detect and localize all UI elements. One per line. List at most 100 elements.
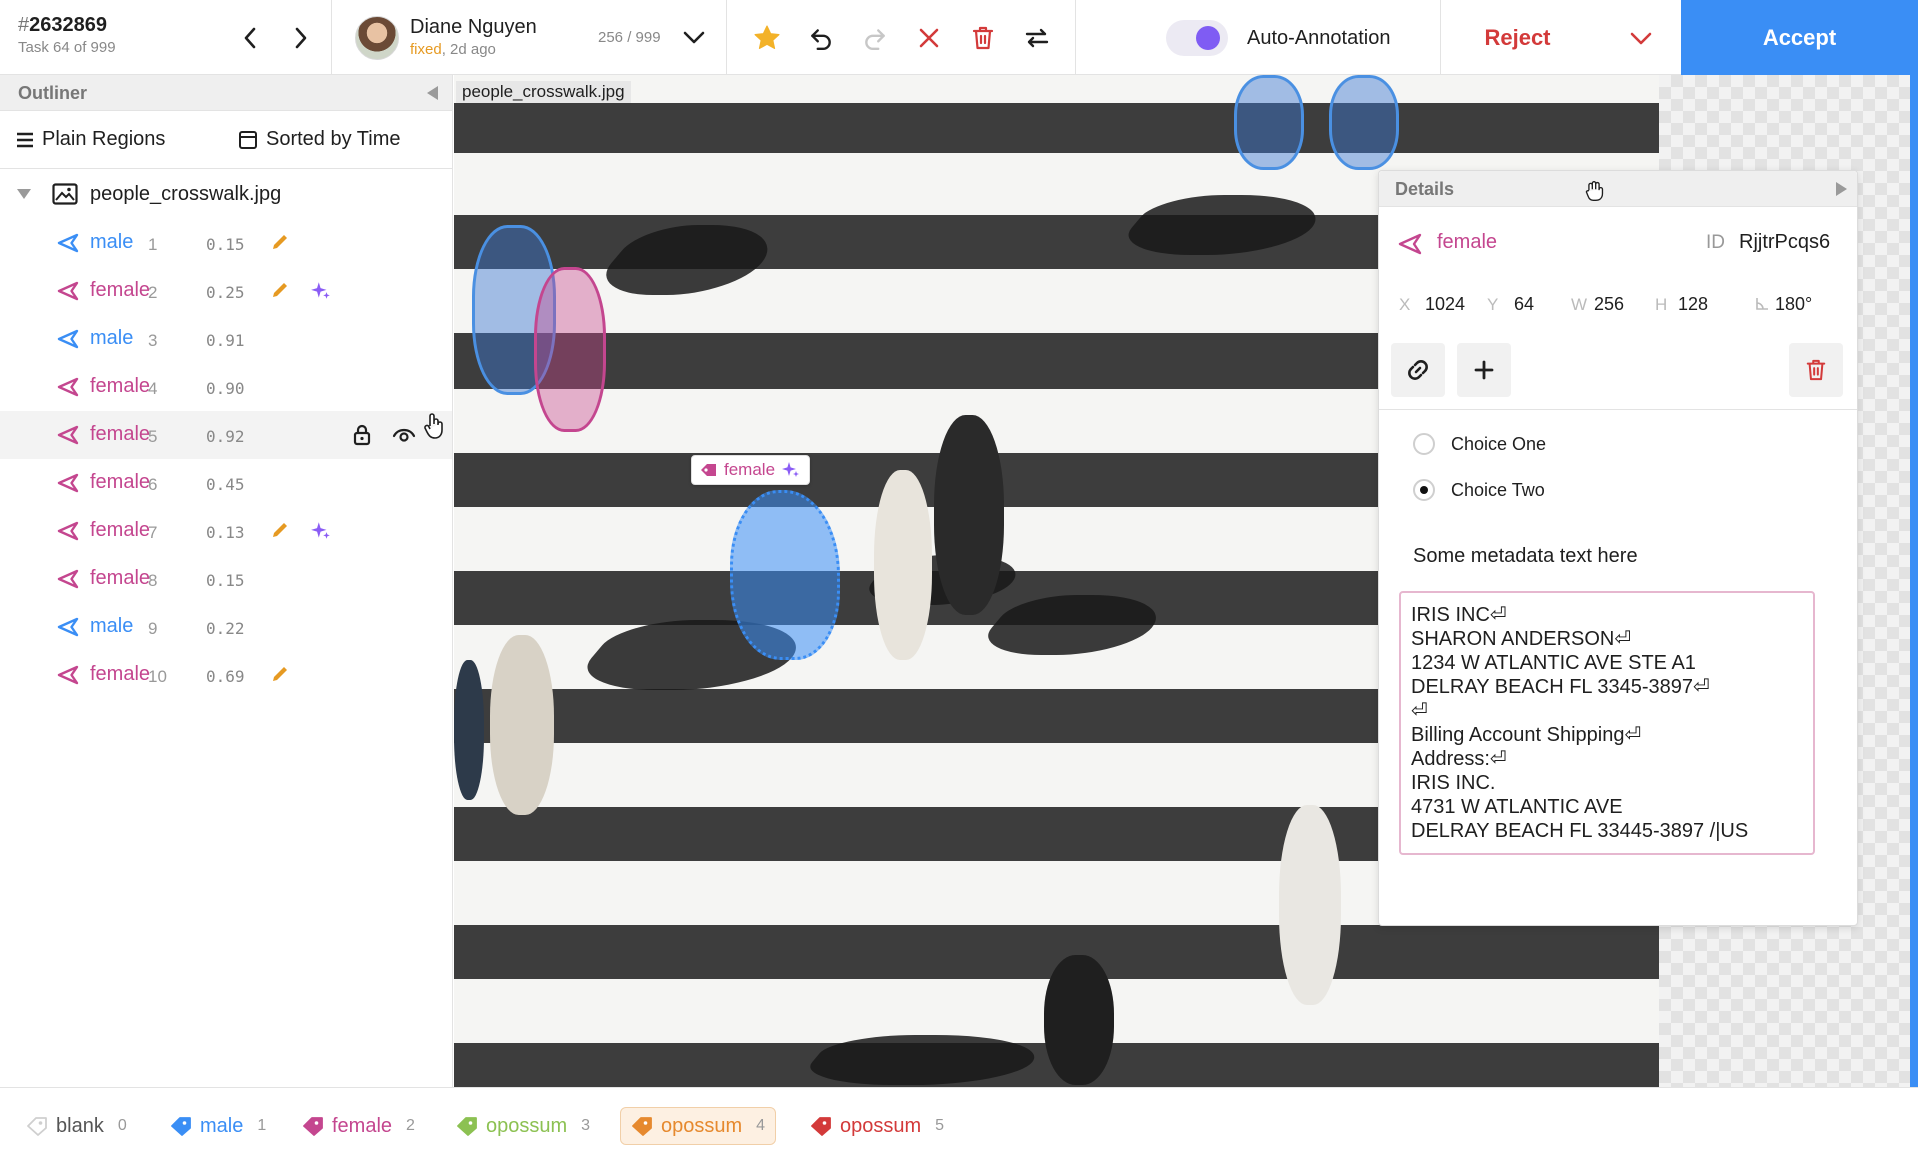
chevron-down-icon (1630, 32, 1652, 45)
label-chip[interactable]: opossum 5 (800, 1107, 954, 1145)
prev-task-button[interactable] (232, 18, 268, 58)
tag-icon (811, 1117, 831, 1136)
toggle-knob (1196, 26, 1220, 50)
radio-checked[interactable] (1413, 479, 1435, 501)
label-name: female (332, 1114, 393, 1137)
h-label: H (1655, 295, 1668, 314)
region-row[interactable]: male 3 0.91 (0, 315, 452, 363)
y-value[interactable]: 64 (1514, 294, 1534, 315)
task-id: #2632869 (18, 14, 107, 36)
region-row[interactable]: female 7 0.13 (0, 507, 452, 555)
x-value[interactable]: 1024 (1425, 294, 1465, 315)
region-label: female (90, 471, 151, 493)
region-tag[interactable]: female (691, 455, 811, 485)
region-list: male 1 0.15 female 2 0.25 male 3 0.91 female 4 0.90… (0, 219, 452, 699)
region-edited-indicator (270, 280, 290, 305)
star-button[interactable] (747, 18, 787, 58)
region-triangle-icon (57, 425, 79, 445)
trash-icon (1806, 359, 1826, 381)
auto-annotation-toggle[interactable] (1166, 20, 1228, 56)
collapse-triangle-icon[interactable] (427, 86, 438, 100)
pencil-icon (273, 235, 287, 249)
w-value[interactable]: 256 (1594, 294, 1624, 315)
redo-button[interactable] (855, 18, 895, 58)
reject-menu-button[interactable] (1624, 22, 1658, 56)
chevron-left-icon (244, 27, 256, 49)
undo-button[interactable] (801, 18, 841, 58)
region-male-3[interactable] (1234, 75, 1304, 170)
region-row[interactable]: female 6 0.45 (0, 459, 452, 507)
sparkle-icon (311, 522, 330, 539)
person (1044, 955, 1114, 1085)
sort-mode-button[interactable]: Sorted by Time (238, 128, 401, 151)
region-icon (56, 329, 80, 354)
region-row[interactable]: female 4 0.90 (0, 363, 452, 411)
region-row[interactable]: female 5 0.92 (0, 411, 452, 459)
delete-button[interactable] (963, 18, 1003, 58)
region-index: 7 (148, 523, 158, 542)
region-label: male (90, 327, 134, 349)
w-label: W (1571, 295, 1588, 314)
label-hotkey: 0 (117, 1117, 127, 1134)
details-title: Details (1395, 179, 1455, 199)
region-score: 0.92 (206, 427, 245, 446)
link-button[interactable] (1391, 343, 1445, 397)
add-button[interactable] (1457, 343, 1511, 397)
lock-region-button[interactable] (352, 424, 372, 451)
region-triangle-icon (57, 521, 79, 541)
region-index: 8 (148, 571, 158, 590)
lock-icon[interactable] (352, 424, 372, 446)
region-row[interactable]: female 2 0.25 (0, 267, 452, 315)
metadata-textarea[interactable]: IRIS INC⏎ SHARON ANDERSON⏎ 1234 W ATLANT… (1399, 591, 1815, 855)
details-label: female (1437, 231, 1498, 253)
details-header[interactable]: Details (1379, 171, 1857, 207)
swap-icon (1025, 28, 1049, 48)
region-female-selected[interactable] (730, 490, 840, 660)
expand-triangle-icon[interactable] (1836, 182, 1847, 196)
region-icon (56, 569, 80, 594)
label-chip[interactable]: opossum 3 (446, 1107, 600, 1145)
region-row[interactable]: male 9 0.22 (0, 603, 452, 651)
annotation-counter: 256 / 999 (598, 29, 661, 46)
pencil-icon (273, 667, 287, 681)
region-female-2[interactable] (534, 267, 606, 432)
region-row[interactable]: female 10 0.69 (0, 651, 452, 699)
eye-icon[interactable] (392, 424, 416, 444)
clear-button[interactable] (909, 18, 949, 58)
region-male-9[interactable] (1329, 75, 1399, 170)
accept-button[interactable]: Accept (1681, 0, 1918, 75)
region-icon (56, 617, 80, 642)
region-icon (56, 377, 80, 402)
toggle-visibility-button[interactable] (392, 424, 416, 449)
region-icon (56, 665, 80, 690)
h-value[interactable]: 128 (1678, 294, 1708, 315)
annotation-history-toggle[interactable] (678, 20, 710, 56)
group-mode-button[interactable]: Plain Regions (16, 128, 165, 151)
details-id-label: ID (1706, 232, 1725, 253)
delete-region-button[interactable] (1789, 343, 1843, 397)
choice-one-radio[interactable]: Choice One (1413, 433, 1546, 455)
region-index: 4 (148, 379, 158, 398)
label-hotkey: 3 (581, 1117, 591, 1134)
next-task-button[interactable] (283, 18, 319, 58)
region-score: 0.15 (206, 571, 245, 590)
tree-root[interactable]: people_crosswalk.jpg (0, 169, 452, 219)
region-row[interactable]: female 8 0.15 (0, 555, 452, 603)
label-chip[interactable]: blank 0 (16, 1107, 137, 1145)
reject-button[interactable]: Reject (1441, 0, 1654, 75)
label-hotkey: 2 (406, 1117, 415, 1134)
label-hotkey: 4 (756, 1117, 766, 1134)
settings-swap-button[interactable] (1017, 18, 1057, 58)
caret-down-icon[interactable] (17, 189, 31, 199)
region-label: female (90, 279, 151, 301)
chevron-down-icon (683, 31, 705, 44)
angle-value[interactable]: 180° (1775, 294, 1812, 315)
radio-unchecked[interactable] (1413, 433, 1435, 455)
label-chip[interactable]: opossum 4 (620, 1107, 777, 1145)
angle-icon (1756, 298, 1768, 310)
choice-two-radio[interactable]: Choice Two (1413, 479, 1545, 501)
region-triangle-icon (57, 569, 79, 589)
label-chip[interactable]: male 1 (160, 1107, 276, 1145)
region-row[interactable]: male 1 0.15 (0, 219, 452, 267)
label-chip[interactable]: female 2 (292, 1107, 425, 1145)
